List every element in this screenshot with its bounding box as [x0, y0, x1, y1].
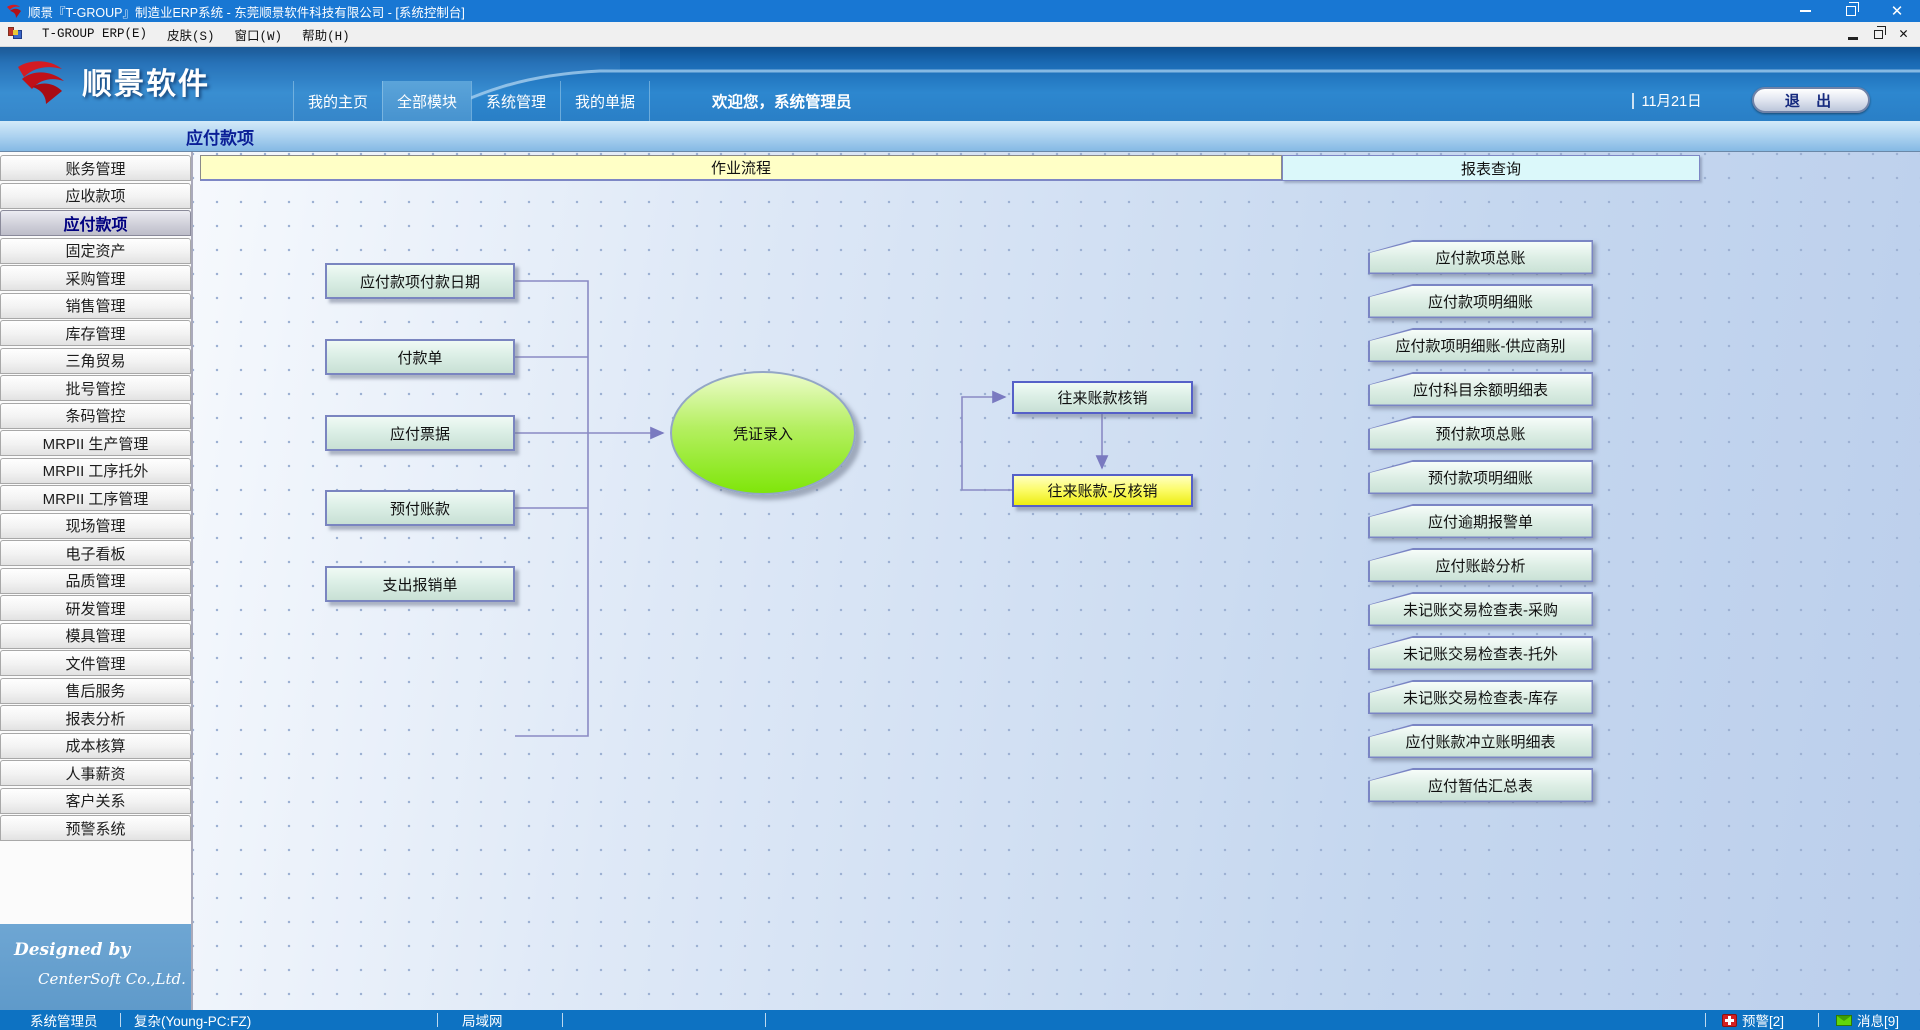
mdi-document-icon [8, 27, 22, 41]
sidebar-item[interactable]: 三角贸易 [0, 348, 191, 374]
flow-box-payment-date[interactable]: 应付款项付款日期 [325, 263, 515, 299]
welcome-text: 欢迎您，系统管理员 [712, 81, 852, 121]
sidebar-item[interactable]: 研发管理 [0, 595, 191, 621]
report-button[interactable]: 应付逾期报警单 [1368, 504, 1593, 538]
menu-tgroup-erp[interactable]: T-GROUP ERP(E) [32, 24, 157, 44]
flow-box-payable-notes[interactable]: 应付票据 [325, 415, 515, 451]
sidebar-item-accounts-payable[interactable]: 应付款项 [0, 210, 191, 236]
sidebar-item[interactable]: 应收款项 [0, 183, 191, 209]
mdi-restore-button[interactable] [1874, 30, 1883, 39]
brand-logo: 顺景软件 [12, 57, 210, 105]
window-minimize-button[interactable] [1782, 0, 1828, 22]
flow-node-voucher-entry[interactable]: 凭证录入 [670, 371, 856, 495]
sidebar-item[interactable]: 品质管理 [0, 568, 191, 594]
page-title-bar: 应付款项 [0, 121, 1920, 152]
sidebar-item[interactable]: 账务管理 [0, 155, 191, 181]
sidebar-item[interactable]: 库存管理 [0, 320, 191, 346]
sidebar-item[interactable]: 文件管理 [0, 650, 191, 676]
brand-logo-text: 顺景软件 [82, 59, 210, 103]
date-separator [1632, 93, 1634, 109]
alerts-label: 预警[2] [1742, 1010, 1784, 1030]
menu-help[interactable]: 帮助(H) [292, 22, 360, 47]
sidebar-item[interactable]: 客户关系 [0, 788, 191, 814]
sidebar-item[interactable]: 报表分析 [0, 705, 191, 731]
maximize-icon [1846, 6, 1856, 16]
workflow-canvas: 作业流程 报表查询 应付款项付款日期 付款单 应付票据 预付账款 支出报销单 凭… [193, 152, 1920, 1010]
mdi-minimize-button[interactable] [1848, 37, 1858, 40]
date-display: 11月21日 [1632, 90, 1702, 111]
current-date: 11月21日 [1642, 90, 1702, 111]
mdi-close-button[interactable]: ✕ [1899, 27, 1908, 42]
menu-window[interactable]: 窗口(W) [225, 22, 293, 47]
sidebar-item[interactable]: MRPII 工序管理 [0, 485, 191, 511]
tab-all-modules[interactable]: 全部模块 [382, 81, 471, 121]
designed-by-company: CenterSoft Co.,Ltd. [38, 970, 186, 988]
sidebar-item[interactable]: 售后服务 [0, 678, 191, 704]
status-user: 系统管理员 [30, 1010, 98, 1030]
report-button[interactable]: 未记账交易检查表-采购 [1368, 592, 1593, 626]
report-button[interactable]: 应付账款冲立账明细表 [1368, 724, 1593, 758]
designed-by-panel: Designed by CenterSoft Co.,Ltd. [0, 924, 191, 1010]
app-header: 顺景软件 我的主页 全部模块 系统管理 我的单据 欢迎您，系统管理员 11月21… [0, 47, 1920, 121]
report-button[interactable]: 应付款项明细账-供应商别 [1368, 328, 1593, 362]
sidebar-item[interactable]: 现场管理 [0, 513, 191, 539]
window-title: 顺景『T-GROUP』制造业ERP系统 - 东莞顺景软件科技有限公司 - [系统… [28, 2, 465, 21]
flow-box-payment-slip[interactable]: 付款单 [325, 339, 515, 375]
tab-system-management[interactable]: 系统管理 [471, 81, 560, 121]
report-button[interactable]: 未记账交易检查表-库存 [1368, 680, 1593, 714]
brand-logo-icon [12, 57, 74, 105]
module-list: 账务管理 应收款项 应付款项 固定资产 采购管理 销售管理 库存管理 三角贸易 … [0, 152, 191, 841]
tab-my-documents[interactable]: 我的单据 [560, 81, 650, 121]
sidebar-item[interactable]: 条码管控 [0, 403, 191, 429]
alert-icon [1722, 1014, 1737, 1027]
sidebar-item[interactable]: 批号管控 [0, 375, 191, 401]
sidebar-item[interactable]: MRPII 生产管理 [0, 430, 191, 456]
sidebar-item[interactable]: 销售管理 [0, 293, 191, 319]
window-titlebar: 顺景『T-GROUP』制造业ERP系统 - 东莞顺景软件科技有限公司 - [系统… [0, 0, 1920, 22]
sidebar-item[interactable]: MRPII 工序托外 [0, 458, 191, 484]
window-maximize-button[interactable] [1828, 0, 1874, 22]
close-icon: ✕ [1891, 4, 1904, 19]
minimize-icon [1800, 10, 1811, 12]
status-machine: 复杂(Young-PC:FZ) [134, 1010, 251, 1030]
sidebar-item[interactable]: 固定资产 [0, 238, 191, 264]
sidebar-item[interactable]: 电子看板 [0, 540, 191, 566]
report-button[interactable]: 应付科目余额明细表 [1368, 372, 1593, 406]
report-button[interactable]: 应付账龄分析 [1368, 548, 1593, 582]
sidebar-item[interactable]: 成本核算 [0, 733, 191, 759]
messages-label: 消息[9] [1857, 1010, 1899, 1030]
status-alerts[interactable]: 预警[2] [1722, 1010, 1784, 1030]
report-button[interactable]: 预付款项明细账 [1368, 460, 1593, 494]
app-logo-icon [6, 4, 22, 18]
module-sidebar: 账务管理 应收款项 应付款项 固定资产 采购管理 销售管理 库存管理 三角贸易 … [0, 152, 193, 1010]
tab-my-home[interactable]: 我的主页 [293, 81, 382, 121]
status-network: 局域网 [462, 1010, 503, 1030]
status-messages[interactable]: 消息[9] [1836, 1010, 1899, 1030]
report-button[interactable]: 未记账交易检查表-托外 [1368, 636, 1593, 670]
menu-bar: T-GROUP ERP(E) 皮肤(S) 窗口(W) 帮助(H) ✕ [0, 22, 1920, 47]
sidebar-item[interactable]: 预警系统 [0, 815, 191, 841]
report-button[interactable]: 应付款项总账 [1368, 240, 1593, 274]
flow-box-account-verify[interactable]: 往来账款核销 [1012, 381, 1193, 414]
window-close-button[interactable]: ✕ [1874, 0, 1920, 22]
page-title: 应付款项 [186, 124, 254, 149]
status-bar: 系统管理员 复杂(Young-PC:FZ) 局域网 预警[2] 消息[9] [0, 1010, 1920, 1030]
sidebar-item[interactable]: 人事薪资 [0, 760, 191, 786]
flow-box-reverse-verify[interactable]: 往来账款-反核销 [1012, 474, 1193, 507]
report-button[interactable]: 应付款项明细账 [1368, 284, 1593, 318]
sidebar-item[interactable]: 模具管理 [0, 623, 191, 649]
designed-by-text: Designed by [14, 940, 130, 960]
menu-skin[interactable]: 皮肤(S) [157, 22, 225, 47]
sidebar-item[interactable]: 采购管理 [0, 265, 191, 291]
flow-box-prepaid[interactable]: 预付账款 [325, 490, 515, 526]
header-tab-strip: 我的主页 全部模块 系统管理 我的单据 [293, 81, 650, 121]
flow-box-expense-claim[interactable]: 支出报销单 [325, 566, 515, 602]
message-icon [1836, 1015, 1852, 1026]
report-button[interactable]: 预付款项总账 [1368, 416, 1593, 450]
exit-button[interactable]: 退 出 [1752, 87, 1870, 113]
report-button[interactable]: 应付暂估汇总表 [1368, 768, 1593, 802]
